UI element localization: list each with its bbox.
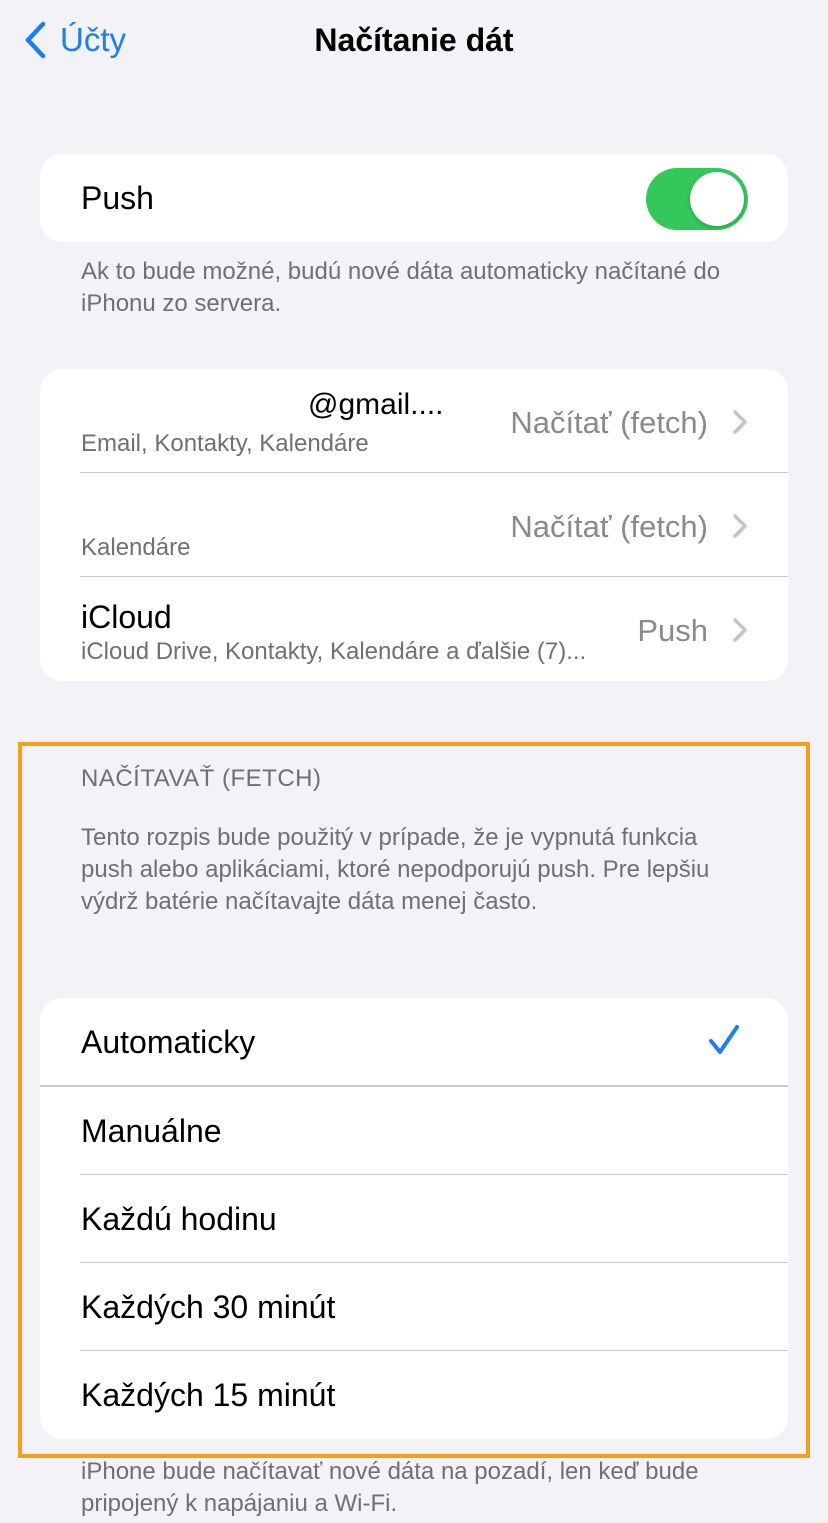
push-label: Push xyxy=(81,180,154,216)
push-card: Push xyxy=(40,154,788,242)
fetch-option-manual[interactable]: Manuálne xyxy=(40,1087,788,1175)
fetch-footer-note: iPhone bude načítavať nové dáta na pozad… xyxy=(81,1458,699,1517)
push-toggle[interactable] xyxy=(646,168,748,230)
navigation-bar: Účty Načítanie dát xyxy=(0,0,828,82)
fetch-section-header: NAČÍTAVAŤ (FETCH) xyxy=(81,765,322,792)
toggle-knob xyxy=(690,172,744,226)
account-name: iCloud xyxy=(81,599,172,635)
fetch-option-label: Manuálne xyxy=(81,1113,222,1149)
account-fetch-value: Načítať (fetch) xyxy=(510,405,708,440)
fetch-option-hourly[interactable]: Každú hodinu xyxy=(40,1175,788,1263)
fetch-option-label: Každých 30 minút xyxy=(81,1289,336,1325)
push-footnote: Ak to bude možné, budú nové dáta automat… xyxy=(81,258,721,317)
fetch-option-label: Každých 15 minút xyxy=(81,1377,336,1413)
chevron-right-icon xyxy=(733,514,747,538)
fetch-option-15-min[interactable]: Každých 15 minút xyxy=(40,1351,788,1439)
fetch-option-label: Automaticky xyxy=(81,1024,256,1060)
page-title: Načítanie dát xyxy=(314,22,514,58)
account-fetch-value: Push xyxy=(637,613,708,648)
account-name: @gmail.... xyxy=(308,388,444,421)
account-row-calendar[interactable]: Kalendáre Načítať (fetch) xyxy=(40,473,788,577)
fetch-option-automatic[interactable]: Automaticky xyxy=(40,998,788,1087)
fetch-option-30-min[interactable]: Každých 30 minút xyxy=(40,1263,788,1351)
account-subtitle: iCloud Drive, Kontakty, Kalendáre a ďalš… xyxy=(81,638,587,665)
account-subtitle: Kalendáre xyxy=(81,534,191,561)
fetch-option-label: Každú hodinu xyxy=(81,1201,277,1237)
accounts-list: @gmail.... Email, Kontakty, Kalendáre Na… xyxy=(40,369,788,681)
checkmark-icon xyxy=(709,1025,739,1054)
account-fetch-value: Načítať (fetch) xyxy=(510,509,708,544)
chevron-right-icon xyxy=(733,618,747,642)
account-subtitle: Email, Kontakty, Kalendáre xyxy=(81,430,369,457)
fetch-options-list: Automaticky Manuálne Každú hodinu Každýc… xyxy=(40,998,788,1439)
account-row-gmail[interactable]: @gmail.... Email, Kontakty, Kalendáre Na… xyxy=(40,369,788,473)
account-row-icloud[interactable]: iCloud iCloud Drive, Kontakty, Kalendáre… xyxy=(40,577,788,681)
fetch-description: Tento rozpis bude použitý v prípade, že … xyxy=(81,824,710,915)
chevron-right-icon xyxy=(733,410,747,434)
